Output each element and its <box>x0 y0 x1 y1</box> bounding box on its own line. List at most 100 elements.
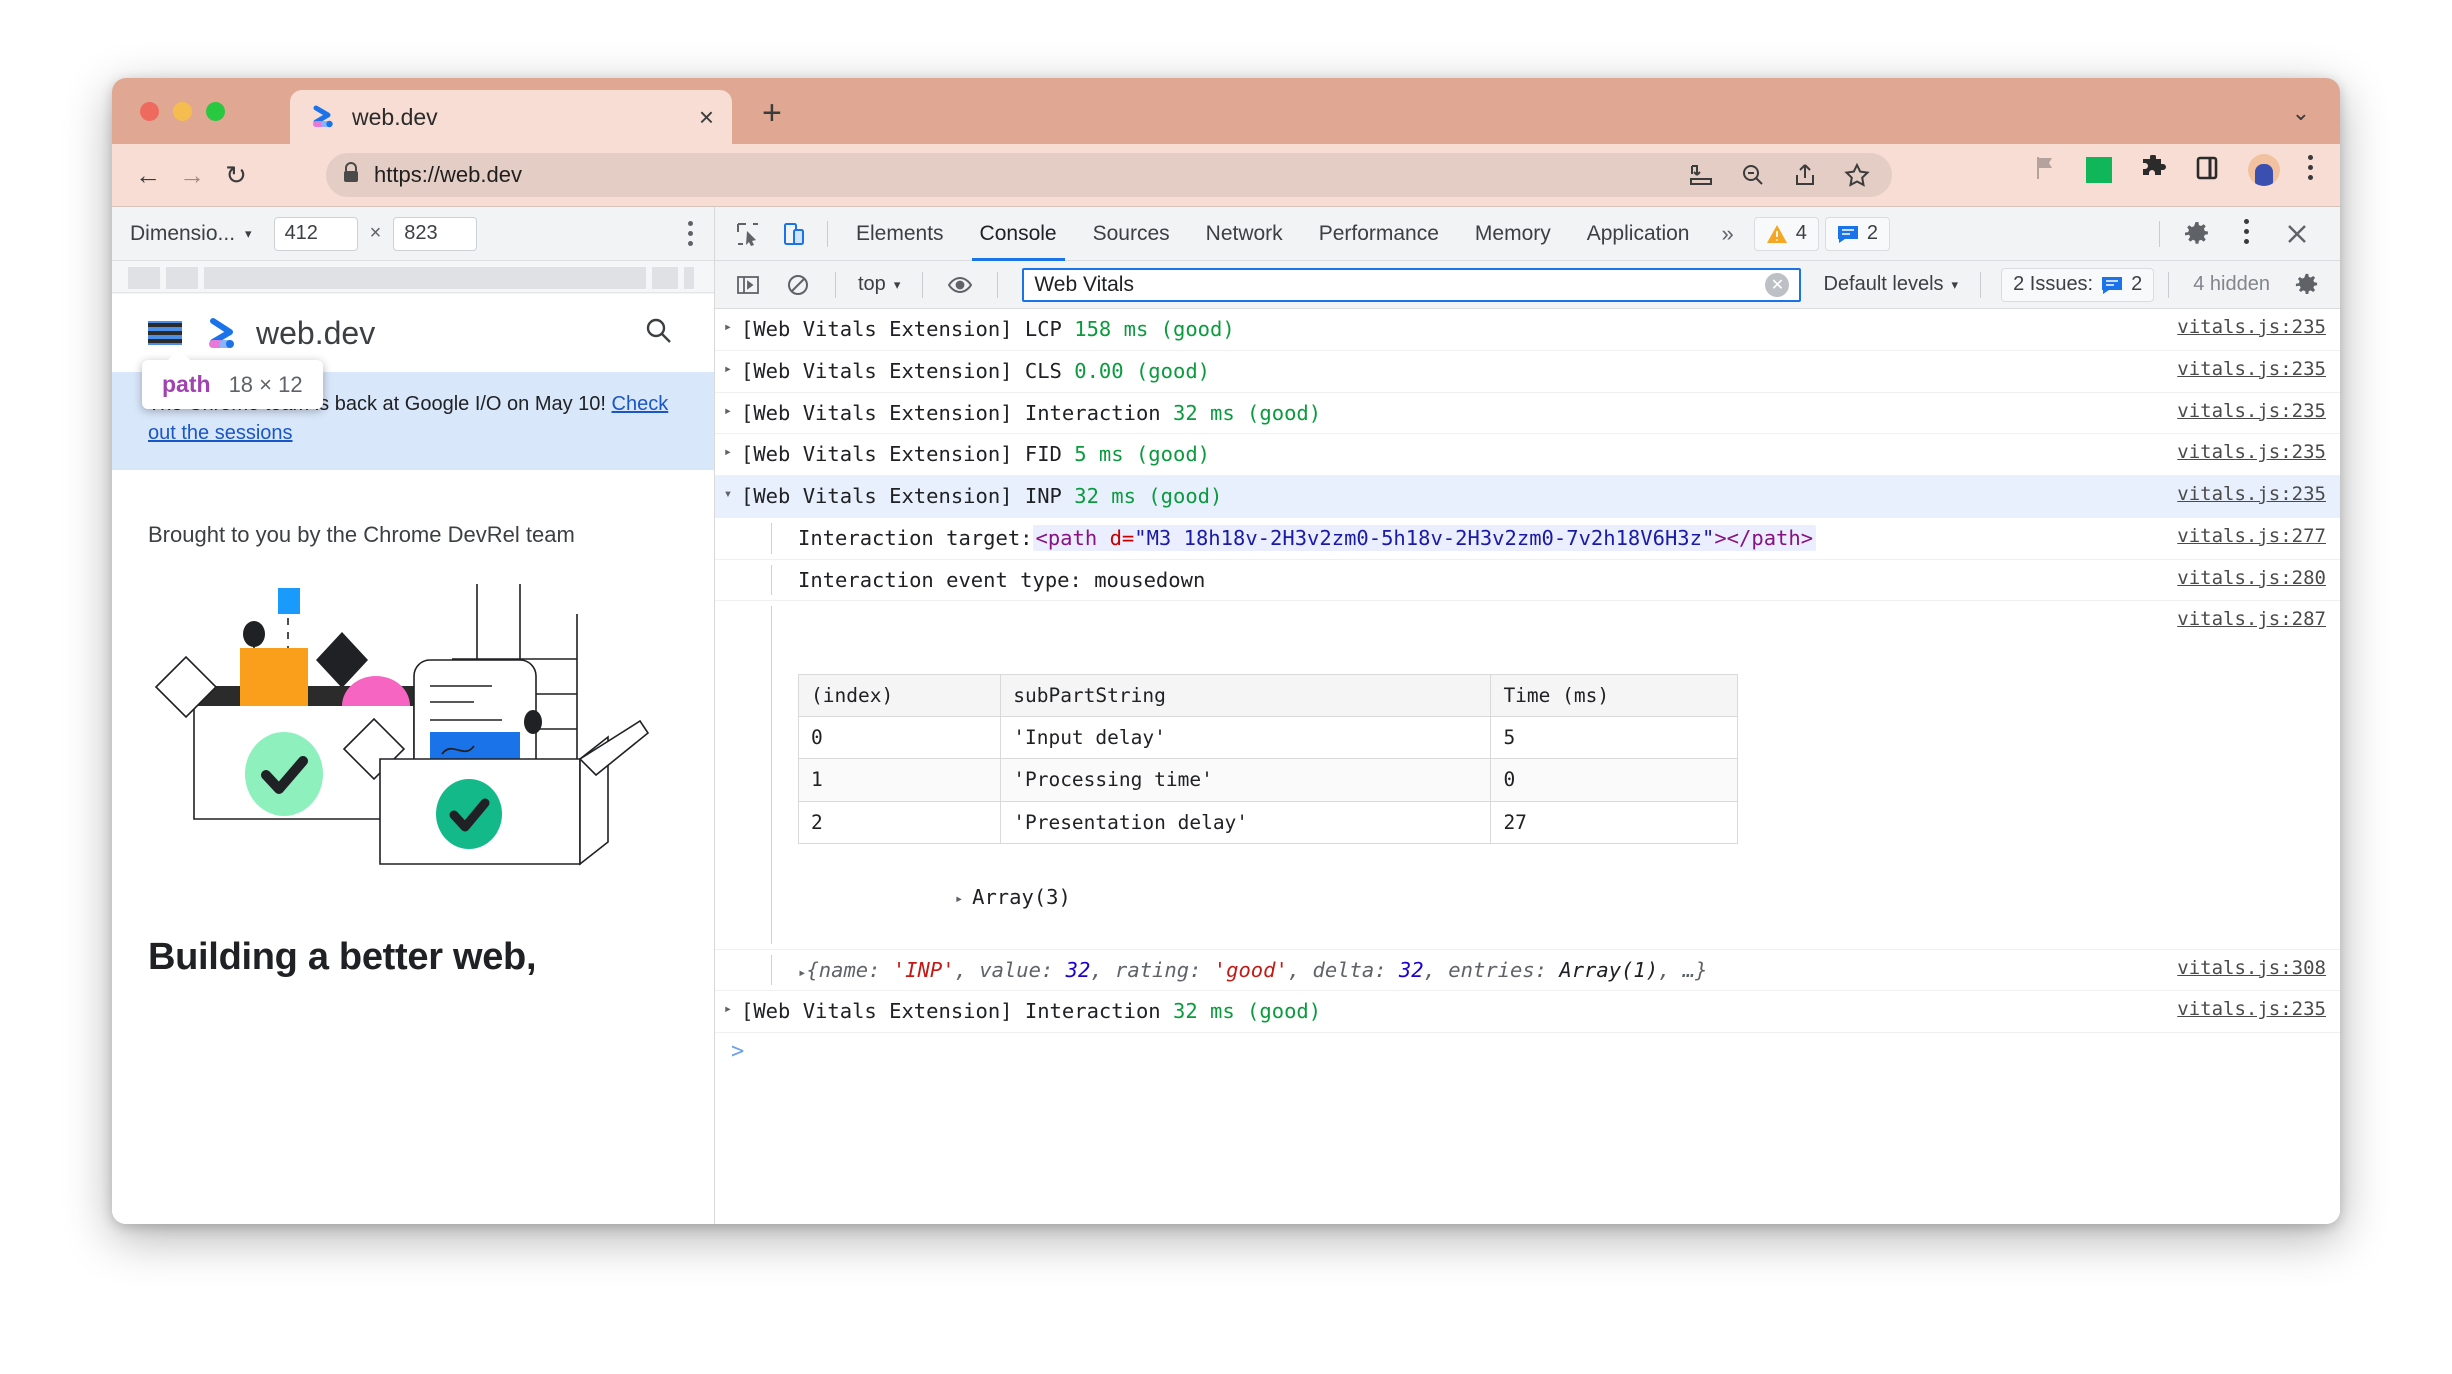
expand-arrow-icon[interactable]: ▸ <box>715 398 741 422</box>
source-link[interactable]: vitals.js:308 <box>2157 955 2326 979</box>
expand-arrow-icon[interactable]: ▸ <box>715 996 741 1020</box>
search-icon[interactable] <box>644 316 674 351</box>
expand-arrow-icon[interactable]: ▸ <box>715 356 741 380</box>
puzzle-extensions-icon[interactable] <box>2140 153 2166 186</box>
context-selector[interactable]: top ▾ <box>850 273 908 296</box>
console-row-event-type[interactable]: Interaction event type: mousedown vitals… <box>715 560 2340 602</box>
hidden-messages-count: 4 hidden <box>2193 273 2270 295</box>
cell-subpartstring: 'Presentation delay' <box>1000 800 1492 844</box>
console-row-interaction-target[interactable]: Interaction target: <path d="M3 18h18v-2H… <box>715 518 2340 560</box>
share-icon[interactable] <box>1792 162 1818 188</box>
console-row[interactable]: ▸ [Web Vitals Extension] Interaction 32 m… <box>715 393 2340 435</box>
console-log[interactable]: ▸ [Web Vitals Extension] LCP 158 ms (good… <box>715 309 2340 1224</box>
message-badge[interactable]: 2 <box>1824 216 1890 251</box>
source-link[interactable]: vitals.js:235 <box>2157 314 2326 338</box>
live-expression-icon[interactable] <box>937 262 983 308</box>
log-levels-selector[interactable]: Default levels ▾ <box>1815 273 1966 296</box>
table-row: 0 'Input delay' 5 <box>797 715 1738 760</box>
console-row[interactable]: ▸ [Web Vitals Extension] CLS 0.00 (good) … <box>715 351 2340 393</box>
source-link[interactable]: vitals.js:235 <box>2157 439 2326 463</box>
console-row[interactable]: ▸ [Web Vitals Extension] LCP 158 ms (good… <box>715 309 2340 351</box>
tab-sources[interactable]: Sources <box>1075 207 1188 261</box>
source-link[interactable]: vitals.js:277 <box>2157 523 2326 547</box>
window-controls[interactable] <box>140 102 225 121</box>
more-tabs-icon[interactable]: » <box>1707 221 1747 247</box>
bookmark-star-icon[interactable] <box>1844 162 1870 188</box>
tab-application[interactable]: Application <box>1569 207 1708 261</box>
close-icon[interactable]: × <box>699 104 714 130</box>
tooltip-dimensions: 18 × 12 <box>228 372 303 397</box>
console-row-selected[interactable]: ▾ [Web Vitals Extension] INP 32 ms (good)… <box>715 476 2340 518</box>
console-table: (index) subPartString Time (ms) 0 'Input… <box>797 673 1738 844</box>
device-more-options-icon[interactable] <box>688 221 694 251</box>
source-link[interactable]: vitals.js:280 <box>2157 565 2326 589</box>
brought-by-text: Brought to you by the Chrome DevRel team <box>148 522 575 547</box>
message-count: 2 <box>1866 222 1878 244</box>
clear-filter-icon[interactable]: ✕ <box>1765 272 1790 297</box>
browser-menu-icon[interactable] <box>2308 155 2314 185</box>
table-header-row: (index) subPartString Time (ms) <box>797 673 1738 718</box>
web-vitals-extension-icon[interactable] <box>2086 157 2112 183</box>
source-link[interactable]: vitals.js:235 <box>2157 996 2326 1020</box>
console-row-table[interactable]: (index) subPartString Time (ms) 0 'Input… <box>715 601 2340 950</box>
profile-avatar[interactable] <box>2248 154 2280 186</box>
console-prompt[interactable]: > <box>715 1033 2340 1064</box>
source-link[interactable]: vitals.js:235 <box>2157 398 2326 422</box>
tab-elements[interactable]: Elements <box>838 207 962 261</box>
close-devtools-icon[interactable] <box>2274 211 2320 257</box>
device-select[interactable]: Dimensio... ▾ <box>130 222 252 246</box>
console-row[interactable]: ▸ [Web Vitals Extension] Interaction 32 m… <box>715 991 2340 1034</box>
browser-tab[interactable]: web.dev × <box>290 90 732 144</box>
viewport-ruler <box>112 261 714 293</box>
log-levels-label: Default levels <box>1823 273 1944 295</box>
collapse-arrow-icon[interactable]: ▾ <box>715 481 741 505</box>
console-settings-icon[interactable] <box>2284 262 2330 308</box>
value-name: 'INP' <box>892 957 955 982</box>
reload-icon[interactable]: ↻ <box>214 160 258 191</box>
console-message: [Web Vitals Extension] INP <box>741 484 1075 508</box>
flag-icon[interactable] <box>2032 155 2058 186</box>
source-link[interactable]: vitals.js:235 <box>2157 356 2326 380</box>
console-row[interactable]: ▸ [Web Vitals Extension] FID 5 ms (good) … <box>715 434 2340 476</box>
issues-button[interactable]: 2 Issues: 2 <box>2001 267 2155 302</box>
expand-arrow-icon[interactable]: ▸ <box>715 439 741 463</box>
devtools-more-icon[interactable] <box>2224 211 2270 257</box>
warning-badge[interactable]: 4 <box>1753 216 1819 251</box>
zoom-out-icon[interactable] <box>1740 162 1766 188</box>
minimize-window-button[interactable] <box>173 102 192 121</box>
tab-console[interactable]: Console <box>962 207 1075 261</box>
interaction-event-type: Interaction event type: mousedown <box>771 564 1205 596</box>
menu-icon[interactable] <box>148 321 182 345</box>
download-icon[interactable] <box>1688 162 1714 188</box>
console-row-object-preview[interactable]: ▸{name: 'INP', value: 32, rating: 'good'… <box>715 950 2340 992</box>
inspect-element-icon[interactable] <box>725 211 771 257</box>
chevron-down-icon[interactable]: ⌄ <box>2292 100 2310 126</box>
address-bar[interactable]: https://web.dev <box>326 153 1892 197</box>
console-filter-input[interactable]: Web Vitals ✕ <box>1022 267 1802 302</box>
clear-console-icon[interactable] <box>775 262 821 308</box>
console-sidebar-icon[interactable] <box>725 262 771 308</box>
source-link[interactable]: vitals.js:235 <box>2157 481 2326 505</box>
settings-gear-icon[interactable] <box>2174 211 2220 257</box>
new-tab-button[interactable]: + <box>762 96 782 130</box>
array-label: Array(3) <box>972 885 1071 910</box>
device-width-input[interactable] <box>273 216 358 251</box>
side-panel-icon[interactable] <box>2194 155 2220 186</box>
metric-value: 32 ms (good) <box>1074 484 1223 508</box>
device-height-input[interactable] <box>393 216 478 251</box>
forward-icon[interactable]: → <box>170 160 214 191</box>
source-link[interactable]: vitals.js:287 <box>2157 606 2326 630</box>
back-icon[interactable]: ← <box>126 160 170 191</box>
issue-icon <box>1837 225 1858 243</box>
devtools-panel: Elements Console Sources Network Perform… <box>714 206 2340 1224</box>
tab-performance[interactable]: Performance <box>1301 207 1457 261</box>
maximize-window-button[interactable] <box>206 102 225 121</box>
filter-value: Web Vitals <box>1034 272 1134 296</box>
close-window-button[interactable] <box>140 102 159 121</box>
tab-memory[interactable]: Memory <box>1457 207 1569 261</box>
issues-label: 2 Issues: <box>2013 273 2094 295</box>
expand-arrow-icon[interactable]: ▸ <box>715 314 741 338</box>
tab-network[interactable]: Network <box>1188 207 1301 261</box>
toggle-device-toolbar-icon[interactable] <box>771 211 817 257</box>
expand-arrow-icon[interactable]: ▸ <box>946 886 972 910</box>
